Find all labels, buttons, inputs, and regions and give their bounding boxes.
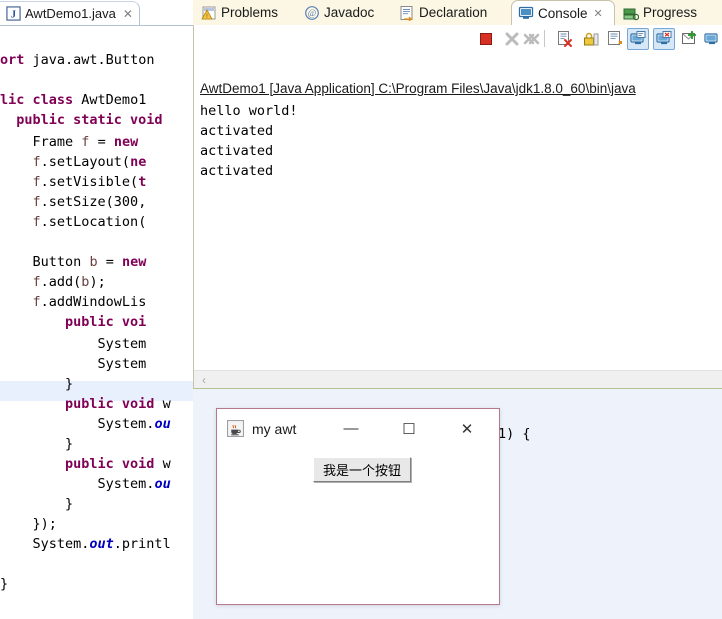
awt-application-window[interactable]: my awt — ☐ ✕ 我是一个按钮 [216,408,500,605]
view-tab-label: Declaration [419,5,488,20]
svg-text:@: @ [308,8,316,18]
view-tab-declaration[interactable]: Declaration [393,0,511,25]
console-toolbar [194,25,722,52]
terminate-icon[interactable] [477,30,495,48]
display-selected-console-icon[interactable] [703,30,721,48]
java-duke-coffee-icon [227,420,244,437]
view-tab-bar: ! Problems @ Javadoc Declaration Console ✕ Prog… [193,0,722,25]
code-line: public void w [65,456,171,472]
word-wrap-icon[interactable] [607,30,625,48]
clear-console-icon[interactable] [556,30,574,48]
code-line: System.out.printl [0,536,171,552]
code-line: System.ou [0,416,171,432]
code-line: public void w [65,396,171,412]
scroll-left-arrow-icon[interactable]: ‹ [197,373,211,387]
awt-window-titlebar[interactable]: my awt — ☐ ✕ [217,409,499,448]
java-file-icon: J [6,6,21,21]
code-line: } [0,496,74,512]
code-line: Frame f = new [32,134,139,150]
scroll-lock-icon[interactable] [581,30,599,48]
awt-window-client-area: 我是一个按钮 [217,448,499,604]
awt-window-title: my awt [252,420,297,437]
code-line: Button b = new [32,254,147,270]
svg-text:J: J [11,9,16,20]
code-line: ort java.awt.Button [0,52,155,68]
progress-icon [623,8,639,20]
pin-console-icon[interactable] [681,30,699,48]
eclipse-ide-screenshot: ! Problems @ Javadoc Declaration Console ✕ Prog… [0,0,722,619]
code-line: } [0,576,9,592]
code-line: 1) { [498,426,531,442]
source-code-area[interactable]: ort java.awt.Button lic class AwtDemo1 pu… [0,26,193,619]
source-code-overflow: 1) { [498,0,558,619]
console-view: AwtDemo1 [Java Application] C:\Program F… [193,25,722,389]
editor-tab-awtdemo1[interactable]: J AwtDemo1.java ✕ [0,1,140,25]
code-line: }); [0,516,57,532]
console-output-line: activated [200,163,274,179]
close-icon[interactable]: ✕ [123,8,133,20]
console-horizontal-scrollbar[interactable]: ‹ [194,370,722,388]
code-line: f.add(b); [32,274,106,290]
code-line: f.setSize(300, [32,194,147,210]
problems-icon: ! [201,6,216,20]
code-line: public voi [65,314,147,330]
show-console-on-error-icon[interactable] [655,30,673,48]
java-editor-pane: J AwtDemo1.java ✕ ort java.awt.Button lic… [0,0,193,619]
code-line: f.setLocation( [32,214,147,230]
view-tab-progress[interactable]: Progress [617,0,717,25]
javadoc-icon: @ [305,5,319,20]
view-tab-label: Javadoc [324,5,375,20]
console-output-line: hello world! [200,103,298,119]
console-output-line: activated [200,143,274,159]
declaration-icon [400,5,413,21]
code-line: System [0,356,147,372]
code-line: System.ou [0,476,171,492]
code-line: f.addWindowLis [32,294,147,310]
close-icon[interactable]: ✕ [594,7,603,20]
console-output-line: activated [200,123,274,139]
code-line: public static void [16,112,163,128]
show-console-on-output-icon[interactable] [629,30,647,48]
code-line: lic class AwtDemo1 [0,92,147,108]
awt-minimize-button[interactable]: — [331,409,371,448]
code-line: System [0,336,147,352]
view-tab-problems[interactable]: ! Problems [195,0,298,25]
console-launch-configuration-label: AwtDemo1 [Java Application] C:\Program F… [200,81,636,96]
view-tab-javadoc[interactable]: @ Javadoc [298,0,393,25]
editor-tab-label: AwtDemo1.java [25,6,116,21]
view-tab-label: Progress [643,5,698,20]
view-tab-label: Problems [221,5,279,20]
code-line: } [0,376,74,392]
awt-maximize-button[interactable]: ☐ [389,409,429,448]
code-line: } [0,436,74,452]
code-line: f.setVisible(t [32,174,147,190]
awt-close-button[interactable]: ✕ [447,409,487,448]
editor-tab-bar: J AwtDemo1.java ✕ [0,0,193,26]
awt-push-button[interactable]: 我是一个按钮 [313,457,412,482]
code-line: f.setLayout(ne [32,154,147,170]
